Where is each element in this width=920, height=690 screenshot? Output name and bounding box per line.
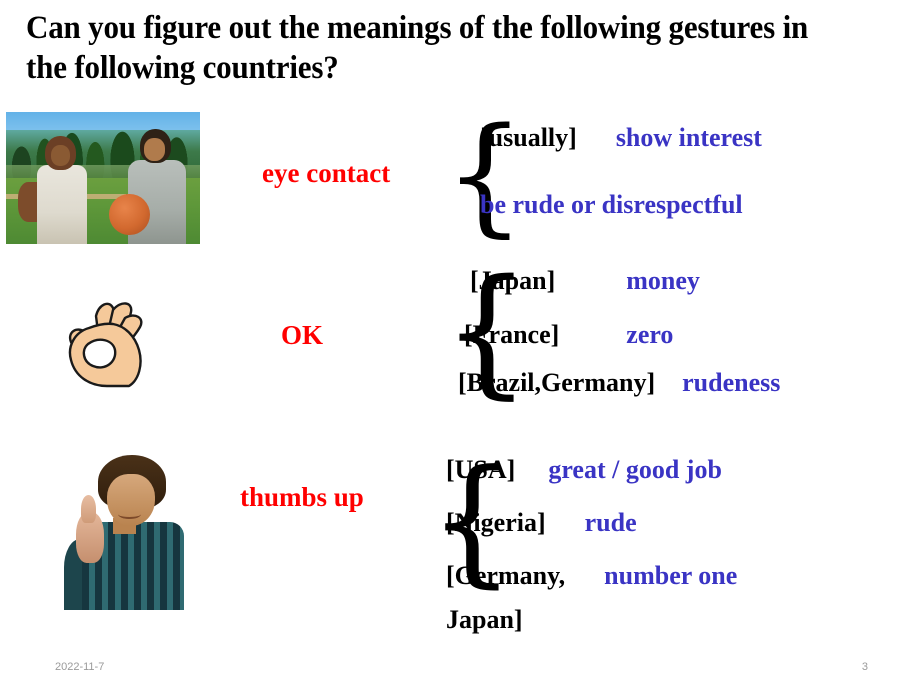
photo1-person-left-face (50, 145, 70, 167)
meaning-row-3-1: [USA] great / good job (446, 455, 722, 485)
country-label: [Japan] (470, 266, 556, 295)
country-label: [Nigeria] (446, 508, 546, 537)
photo-two-men-basketball (6, 112, 200, 244)
meaning-label: number one (604, 561, 738, 590)
meaning-label: money (626, 266, 700, 295)
clipart-ok-hand-gesture (55, 288, 167, 392)
country-label: [USA] (446, 455, 516, 484)
meaning-row-3-4: Japan] (446, 605, 523, 635)
meaning-row-2-2: [France] zero (464, 320, 673, 350)
meaning-row-1-2: be rude or disrespectful (480, 190, 743, 220)
meaning-label: rudeness (682, 368, 781, 397)
meaning-row-3-3: [Germany, number one (446, 561, 737, 591)
photo1-basketball (108, 193, 150, 235)
meaning-row-2-3: [Brazil,Germany] rudeness (458, 368, 780, 398)
meaning-label: great / good job (548, 455, 722, 484)
footer-date: 2022-11-7 (55, 661, 105, 673)
meaning-row-1-1: [usually] show interest (480, 123, 762, 153)
page-title: Can you figure out the meanings of the f… (26, 10, 809, 86)
meaning-label: be rude or disrespectful (480, 190, 743, 219)
gesture-label-thumbs-up: thumbs up (240, 482, 364, 512)
photo1-person-left-body (37, 164, 88, 244)
country-label: [usually] (480, 123, 577, 152)
photo3-smile (117, 509, 142, 519)
meaning-label: zero (626, 320, 674, 349)
meaning-row-2-1: [Japan] money (470, 266, 700, 296)
meaning-row-3-2: [Nigeria] rude (446, 508, 637, 538)
gesture-label-ok: OK (281, 320, 324, 350)
meaning-label: rude (584, 508, 637, 537)
meaning-label: show interest (615, 123, 762, 152)
country-label: [France] (464, 320, 560, 349)
photo-person-thumbs-up (45, 452, 200, 610)
country-label: Japan] (446, 605, 523, 634)
country-label: [Germany, (446, 561, 566, 590)
photo1-person-right-face (143, 138, 166, 161)
gesture-label-eye-contact: eye contact (262, 158, 391, 188)
country-label: [Brazil,Germany] (458, 368, 656, 397)
footer-page-number: 3 (861, 661, 868, 673)
photo3-thumb (80, 494, 97, 524)
